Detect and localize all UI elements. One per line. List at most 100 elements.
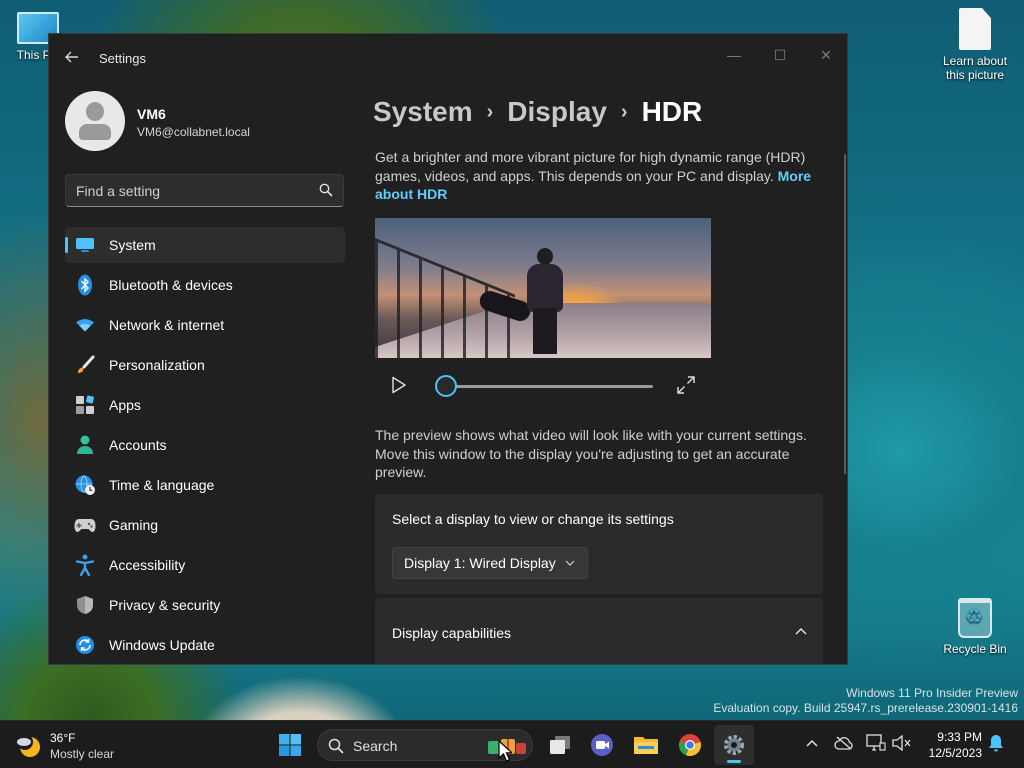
sidebar-item-label: Accounts xyxy=(109,437,167,453)
sidebar-item-label: Apps xyxy=(109,397,141,413)
hdr-video-preview[interactable] xyxy=(375,218,711,358)
hdr-description-text: Get a brighter and more vibrant picture … xyxy=(375,149,806,184)
back-button[interactable] xyxy=(61,46,83,68)
sidebar-item-label: Bluetooth & devices xyxy=(109,277,233,293)
breadcrumb-system[interactable]: System xyxy=(373,96,473,128)
chevron-up-icon[interactable] xyxy=(795,627,807,635)
start-button[interactable] xyxy=(270,725,310,765)
sidebar-item-label: Network & internet xyxy=(109,317,225,333)
seek-slider-thumb[interactable] xyxy=(435,375,457,397)
brush-icon xyxy=(73,353,97,377)
bluetooth-icon xyxy=(73,273,97,297)
globe-clock-icon xyxy=(73,473,97,497)
weather-condition: Mostly clear xyxy=(50,747,115,761)
mouse-cursor-icon xyxy=(498,740,512,762)
task-view-button[interactable] xyxy=(540,725,580,765)
network-tray[interactable] xyxy=(866,733,886,753)
display-capabilities-label: Display capabilities xyxy=(392,625,512,641)
media-controls xyxy=(375,370,711,400)
sidebar-item-system[interactable]: System xyxy=(65,227,345,263)
display-capabilities-card[interactable]: Display capabilities xyxy=(375,598,823,664)
preview-person xyxy=(521,248,569,354)
preview-note: The preview shows what video will look l… xyxy=(375,427,807,480)
title-bar[interactable]: Settings — ☐ ✕ xyxy=(49,34,847,82)
sidebar-item-personalization[interactable]: Personalization xyxy=(65,347,345,383)
sidebar-item-network[interactable]: Network & internet xyxy=(65,307,345,343)
notifications-button[interactable] xyxy=(986,733,1006,753)
meet-app-button[interactable] xyxy=(582,725,622,765)
hdr-description: Get a brighter and more vibrant picture … xyxy=(375,148,815,204)
file-explorer-icon xyxy=(634,737,658,754)
content-scrollbar[interactable] xyxy=(844,154,846,474)
chrome-button[interactable] xyxy=(670,725,710,765)
chrome-icon xyxy=(678,734,701,757)
desktop-icon-recycle-bin[interactable]: ♻ Recycle Bin xyxy=(935,598,1015,656)
chevron-up-icon xyxy=(806,739,818,747)
sidebar-item-privacy-security[interactable]: Privacy & security xyxy=(65,587,345,623)
desktop-icon-label: Recycle Bin xyxy=(943,642,1007,656)
seek-track[interactable] xyxy=(447,385,653,388)
person-icon xyxy=(73,433,97,457)
file-explorer-button[interactable] xyxy=(626,725,666,765)
update-icon xyxy=(73,633,97,657)
chevron-right-icon: › xyxy=(486,100,494,123)
fullscreen-icon[interactable] xyxy=(677,376,695,394)
shield-icon xyxy=(73,593,97,617)
meet-icon xyxy=(591,734,613,756)
user-name: VM6 xyxy=(137,106,166,122)
sidebar-item-accounts[interactable]: Accounts xyxy=(65,427,345,463)
volume-mute-icon xyxy=(892,735,911,751)
clock-date: 12/5/2023 xyxy=(928,746,982,760)
find-setting-input[interactable] xyxy=(66,175,306,206)
sidebar-item-bluetooth[interactable]: Bluetooth & devices xyxy=(65,267,345,303)
display-dropdown[interactable]: Display 1: Wired Display xyxy=(392,547,588,579)
document-icon xyxy=(959,8,991,50)
select-display-label: Select a display to view or change its s… xyxy=(392,511,674,527)
os-watermark: Windows 11 Pro Insider Preview Evaluatio… xyxy=(713,686,1018,716)
monitor-icon xyxy=(73,233,97,257)
find-setting-box[interactable] xyxy=(65,174,344,207)
avatar-body xyxy=(79,124,111,140)
show-hidden-icons-button[interactable] xyxy=(802,733,822,753)
network-icon xyxy=(866,734,886,751)
sidebar-item-label: Windows Update xyxy=(109,637,215,653)
search-icon[interactable] xyxy=(319,183,333,197)
avatar[interactable] xyxy=(65,91,125,151)
sidebar-item-apps[interactable]: Apps xyxy=(65,387,345,423)
settings-taskbar-button[interactable] xyxy=(714,725,754,765)
chevron-right-icon: › xyxy=(620,100,628,123)
close-button[interactable]: ✕ xyxy=(803,40,847,70)
page-title: HDR xyxy=(641,96,703,127)
apps-icon xyxy=(73,393,97,417)
start-icon xyxy=(279,734,301,756)
search-icon xyxy=(328,738,344,754)
sidebar-item-label: Time & language xyxy=(109,477,215,493)
taskbar-search-label: Search xyxy=(353,738,398,754)
play-icon[interactable] xyxy=(391,376,407,394)
onedrive-tray[interactable] xyxy=(834,733,854,753)
app-title: Settings xyxy=(99,51,146,66)
sidebar-item-time-language[interactable]: Time & language xyxy=(65,467,345,503)
select-display-card: Select a display to view or change its s… xyxy=(375,494,823,594)
sidebar-item-windows-update[interactable]: Windows Update xyxy=(65,627,345,663)
sidebar-item-accessibility[interactable]: Accessibility xyxy=(65,547,345,583)
watermark-line1: Windows 11 Pro Insider Preview xyxy=(846,686,1018,700)
user-email: VM6@collabnet.local xyxy=(137,125,250,139)
taskbar-clock[interactable]: 9:33 PM 12/5/2023 xyxy=(918,729,982,761)
desktop-icon-learn-picture[interactable]: Learn about this picture xyxy=(935,8,1015,82)
minimize-button[interactable]: — xyxy=(711,40,757,70)
maximize-button[interactable]: ☐ xyxy=(757,40,803,70)
moon-cloud-icon xyxy=(17,734,40,757)
settings-window: Settings — ☐ ✕ VM6 VM6@collabnet.local S… xyxy=(48,33,848,665)
weather-widget[interactable]: 36°F Mostly clear xyxy=(16,729,136,763)
breadcrumb: System › Display › HDR xyxy=(373,92,702,132)
sidebar-item-gaming[interactable]: Gaming xyxy=(65,507,345,543)
chevron-down-icon xyxy=(565,560,575,566)
breadcrumb-display[interactable]: Display xyxy=(507,96,607,128)
arrow-left-icon xyxy=(65,51,78,63)
volume-tray[interactable] xyxy=(892,733,912,753)
weather-temp: 36°F xyxy=(50,731,76,745)
desktop-icon-label: Learn about this picture xyxy=(942,54,1008,82)
display-dropdown-value: Display 1: Wired Display xyxy=(404,555,556,571)
avatar-head xyxy=(86,102,104,121)
